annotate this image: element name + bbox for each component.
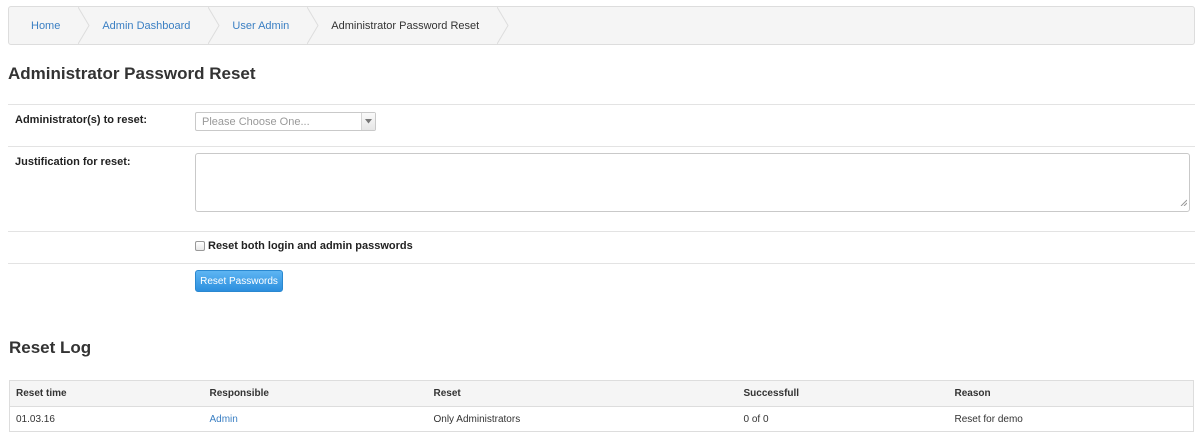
column-header-reset: Reset [427,380,738,407]
reset-both-label: Reset both login and admin passwords [208,240,413,252]
table-row: 01.03.16 Admin Only Administrators 0 of … [10,407,1194,432]
responsible-link[interactable]: Admin [210,414,238,425]
page-title: Administrator Password Reset [8,64,256,83]
column-header-reset-time: Reset time [9,380,204,407]
breadcrumb-home[interactable]: Home [9,7,90,44]
breadcrumb-separator-icon [307,7,319,44]
column-header-responsible: Responsible [203,380,428,407]
resize-grip-icon[interactable] [1180,197,1188,209]
justification-textarea[interactable] [195,153,1190,212]
reset-log-title: Reset Log [9,338,92,357]
breadcrumb-user-admin[interactable]: User Admin [210,7,319,44]
administrators-select[interactable]: Please Choose One... [195,112,376,131]
column-header-successful: Successfull [737,380,949,407]
administrators-select-placeholder: Please Choose One... [202,116,310,128]
cell-successful: 0 of 0 [743,413,769,425]
reset-passwords-button[interactable]: Reset Passwords [195,270,283,292]
breadcrumb-current-label: Administrator Password Reset [331,19,480,32]
divider [8,231,1195,232]
chevron-down-icon[interactable] [361,113,375,130]
column-header-reason: Reason [948,380,1194,407]
divider [8,104,1195,105]
cell-responsible: Admin [204,407,428,432]
breadcrumb: Home Admin Dashboard User Admin Administ… [8,6,1195,45]
table-header-row: Reset time Responsible Reset Successfull… [9,380,1194,407]
reset-both-checkbox[interactable] [195,241,205,251]
justification-label: Justification for reset: [15,156,131,168]
breadcrumb-current-page: Administrator Password Reset [309,7,509,44]
breadcrumb-separator-icon [78,7,90,44]
divider [8,263,1195,264]
breadcrumb-admin-dashboard-link[interactable]: Admin Dashboard [102,20,190,32]
divider [8,146,1195,147]
breadcrumb-separator-icon [208,7,220,44]
breadcrumb-separator-icon [497,7,509,44]
reset-log-table: Reset time Responsible Reset Successfull… [9,380,1194,432]
cell-reason: Reset for demo [954,413,1023,425]
reset-both-option[interactable]: Reset both login and admin passwords [195,240,413,252]
cell-reset: Only Administrators [433,413,521,425]
breadcrumb-user-admin-link[interactable]: User Admin [232,20,289,32]
breadcrumb-admin-dashboard[interactable]: Admin Dashboard [80,7,220,44]
breadcrumb-home-link[interactable]: Home [31,20,60,32]
cell-reset-time: 01.03.16 [16,413,55,425]
administrators-label: Administrator(s) to reset: [15,114,148,126]
